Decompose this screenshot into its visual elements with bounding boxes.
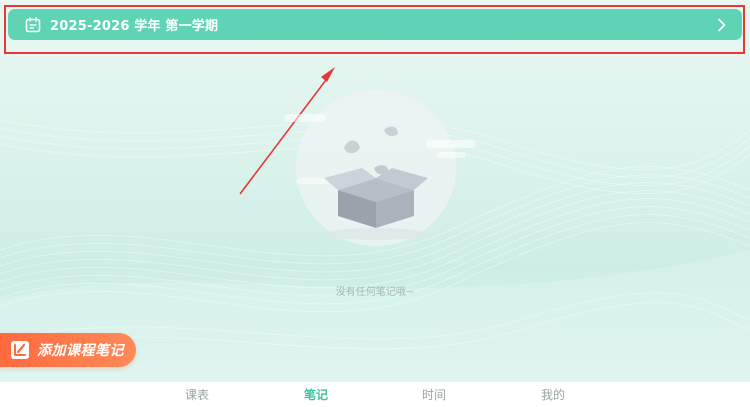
- tab-schedule[interactable]: 课表: [185, 386, 209, 403]
- add-note-label: 添加课程笔记: [37, 343, 124, 359]
- add-note-button[interactable]: 添加课程笔记: [0, 333, 136, 367]
- calendar-icon: [24, 16, 42, 34]
- chevron-right-icon: [716, 17, 728, 33]
- tab-time[interactable]: 时间: [422, 386, 446, 403]
- tab-mine[interactable]: 我的: [541, 386, 565, 403]
- semester-label: 2025-2026 学年 第一学期: [50, 19, 219, 34]
- semester-selector[interactable]: 2025-2026 学年 第一学期: [8, 9, 742, 40]
- notes-screen: 2025-2026 学年 第一学期 没有任何笔记哦~ 添加课程笔记 课表 笔记 …: [0, 0, 750, 407]
- empty-box-icon: [276, 90, 496, 255]
- empty-state-message: 没有任何笔记哦~: [335, 287, 415, 298]
- bottom-tab-bar: 课表 笔记 时间 我的: [0, 381, 750, 407]
- note-icon: [10, 340, 30, 360]
- tab-notes[interactable]: 笔记: [304, 386, 328, 403]
